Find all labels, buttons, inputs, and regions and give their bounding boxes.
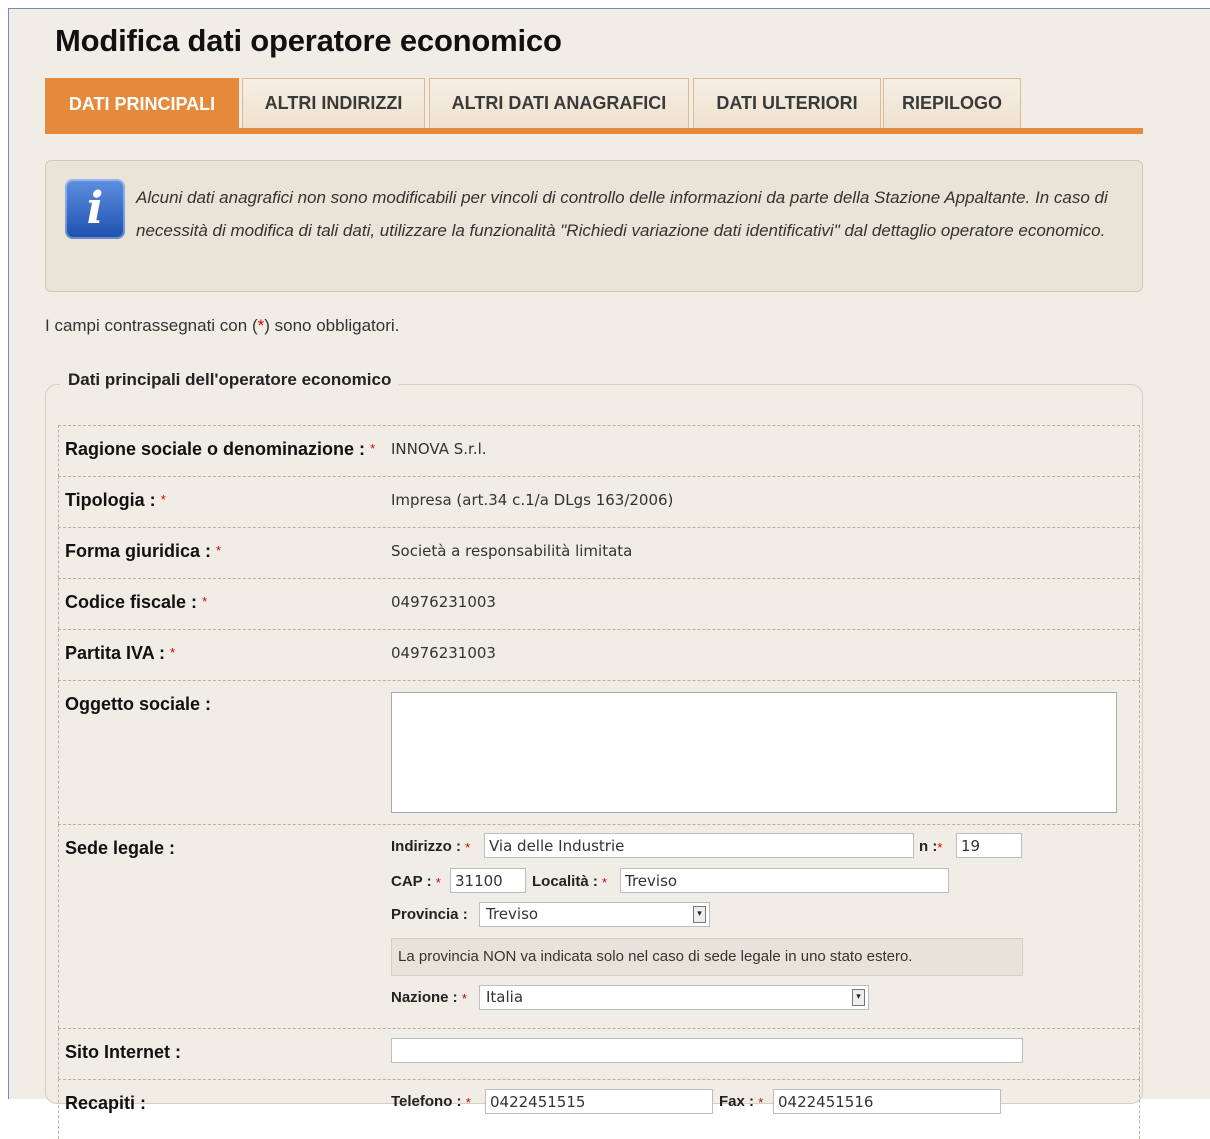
label-sito-internet: Sito Internet :: [65, 1042, 181, 1062]
tab-dati-ulteriori[interactable]: DATI ULTERIORI: [693, 78, 881, 128]
label-text: Tipologia :: [65, 490, 156, 510]
row-ragione-sociale: Ragione sociale o denominazione : * INNO…: [58, 425, 1140, 476]
provincia-selected-value: Treviso: [486, 905, 539, 923]
label-sede-legale: Sede legale :: [65, 838, 176, 858]
row-forma-giuridica: Forma giuridica : * Società a responsabi…: [58, 527, 1140, 578]
required-star: *: [170, 645, 176, 660]
value-ragione-sociale: INNOVA S.r.l.: [391, 440, 487, 458]
provincia-select[interactable]: Treviso ▾: [479, 902, 710, 927]
label-text: Ragione sociale o denominazione :: [65, 439, 366, 459]
required-star: *: [202, 594, 208, 609]
numero-civico-input[interactable]: [956, 833, 1022, 858]
tab-riepilogo[interactable]: RIEPILOGO: [883, 78, 1021, 128]
label-text: Forma giuridica :: [65, 541, 212, 561]
label-text: Fax :: [719, 1093, 755, 1110]
chevron-down-icon: ▾: [693, 906, 706, 923]
nazione-selected-value: Italia: [486, 988, 524, 1006]
tab-altri-dati-anagrafici[interactable]: ALTRI DATI ANAGRAFICI: [429, 78, 689, 128]
required-star: *: [216, 543, 222, 558]
row-sito-internet: Sito Internet :: [58, 1028, 1140, 1079]
cap-input[interactable]: [450, 868, 526, 893]
label-tipologia: Tipologia : *: [65, 490, 166, 511]
value-tipologia: Impresa (art.34 c.1/a DLgs 163/2006): [391, 491, 674, 509]
fieldset-legend: Dati principali dell'operatore economico: [60, 370, 400, 390]
label-indirizzo: Indirizzo : *: [391, 838, 470, 855]
required-note-star: *: [257, 316, 265, 335]
tab-dati-principali[interactable]: DATI PRINCIPALI: [45, 78, 239, 129]
tabs-underline: [45, 128, 1143, 134]
label-text: n :: [919, 838, 938, 855]
label-forma-giuridica: Forma giuridica : *: [65, 541, 221, 562]
required-star: *: [160, 492, 166, 507]
indirizzo-input[interactable]: [484, 833, 914, 858]
row-tipologia: Tipologia : * Impresa (art.34 c.1/a DLgs…: [58, 476, 1140, 527]
tab-bar: DATI PRINCIPALI ALTRI INDIRIZZI ALTRI DA…: [45, 78, 1143, 134]
value-forma-giuridica: Società a responsabilità limitata: [391, 542, 633, 560]
required-star: *: [370, 441, 376, 456]
label-oggetto-sociale: Oggetto sociale :: [65, 694, 212, 714]
info-box: i Alcuni dati anagrafici non sono modifi…: [45, 160, 1143, 292]
row-sede-legale: Sede legale : Indirizzo : * n :* CAP : *…: [58, 824, 1140, 1028]
label-text: Nazione :: [391, 989, 458, 1006]
row-oggetto-sociale: Oggetto sociale :: [58, 680, 1140, 824]
value-codice-fiscale: 04976231003: [391, 593, 496, 611]
label-codice-fiscale: Codice fiscale : *: [65, 592, 207, 613]
label-numero: n :*: [919, 838, 942, 855]
nazione-select[interactable]: Italia ▾: [479, 985, 869, 1010]
label-text: Località :: [532, 873, 598, 890]
label-telefono: Telefono : *: [391, 1093, 471, 1110]
label-ragione-sociale: Ragione sociale o denominazione : *: [65, 439, 375, 460]
telefono-input[interactable]: [485, 1089, 713, 1114]
provincia-hint: La provincia NON va indicata solo nel ca…: [391, 938, 1023, 976]
oggetto-sociale-textarea[interactable]: [391, 692, 1117, 813]
label-recapiti: Recapiti :: [65, 1093, 147, 1113]
label-nazione: Nazione : *: [391, 989, 467, 1006]
required-star: *: [461, 991, 467, 1006]
required-note-after: ) sono obbligatori.: [264, 316, 400, 335]
label-text: CAP :: [391, 873, 432, 890]
required-star: *: [465, 840, 471, 855]
label-localita: Località : *: [532, 873, 607, 890]
info-icon: i: [65, 179, 125, 239]
label-cap: CAP : *: [391, 873, 441, 890]
required-star: *: [465, 1095, 471, 1110]
row-codice-fiscale: Codice fiscale : * 04976231003: [58, 578, 1140, 629]
required-star: *: [602, 875, 608, 890]
page-title: Modifica dati operatore economico: [55, 23, 562, 58]
sito-internet-input[interactable]: [391, 1038, 1023, 1063]
row-partita-iva: Partita IVA : * 04976231003: [58, 629, 1140, 680]
tab-altri-indirizzi[interactable]: ALTRI INDIRIZZI: [242, 78, 425, 128]
label-text: Partita IVA :: [65, 643, 166, 663]
chevron-down-icon: ▾: [852, 989, 865, 1006]
localita-input[interactable]: [620, 868, 949, 893]
required-star: *: [435, 875, 441, 890]
required-star: *: [937, 840, 943, 855]
label-fax: Fax : *: [719, 1093, 763, 1110]
fax-input[interactable]: [773, 1089, 1001, 1114]
label-partita-iva: Partita IVA : *: [65, 643, 175, 664]
row-recapiti: Recapiti : Telefono : * Fax : *: [58, 1079, 1140, 1139]
label-text: Codice fiscale :: [65, 592, 198, 612]
required-note-before: I campi contrassegnati con (: [45, 316, 258, 335]
required-fields-note: I campi contrassegnati con (*) sono obbl…: [45, 316, 399, 336]
label-text: Telefono :: [391, 1093, 462, 1110]
info-text: Alcuni dati anagrafici non sono modifica…: [136, 188, 1108, 240]
label-provincia: Provincia :: [391, 906, 468, 923]
label-text: Indirizzo :: [391, 838, 461, 855]
required-star: *: [758, 1095, 764, 1110]
value-partita-iva: 04976231003: [391, 644, 496, 662]
